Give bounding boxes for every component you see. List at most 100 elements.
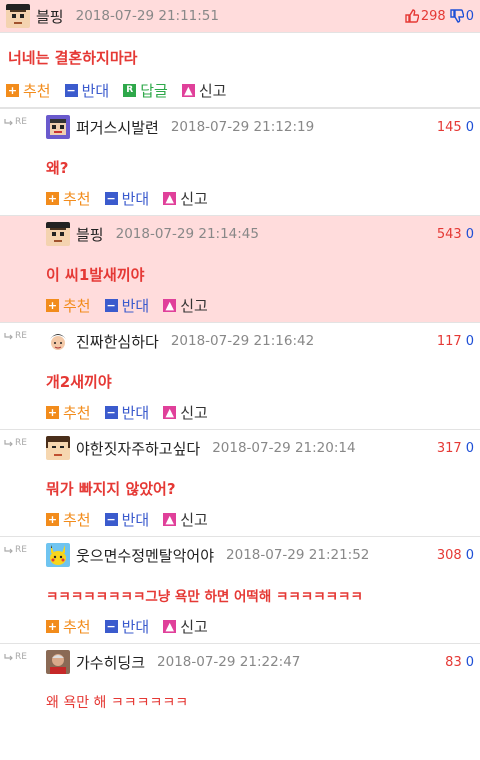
comment-text: 너네는 결혼하지마라: [8, 49, 138, 67]
siren-icon: ▲: [163, 191, 177, 205]
downvote-count: 0: [465, 8, 474, 24]
reply-comment: 블핑 2018-07-29 21:14:45 543 0 이 씨1발새끼야 + 추…: [0, 215, 480, 322]
pixel-graduate-avatar[interactable]: [46, 222, 70, 246]
cartoon-avatar[interactable]: [46, 329, 70, 353]
plus-icon: +: [46, 191, 59, 205]
reply-icon: R: [123, 83, 137, 97]
author-name[interactable]: 퍼거스시발련: [76, 117, 159, 138]
comment-date: 2018-07-29 21:12:19: [170, 119, 315, 135]
minus-icon: −: [104, 191, 118, 205]
upvote-count: 298: [420, 8, 446, 24]
comment-header: 야한짓자주하고싶다 2018-07-29 21:20:14 317 0: [0, 430, 480, 466]
minus-icon: −: [104, 619, 118, 633]
thumbs-up-icon[interactable]: [405, 9, 420, 23]
siren-icon: ▲: [181, 83, 195, 97]
comment-text: ㅋㅋㅋㅋㅋㅋㅋㅋ그냥 욕만 하면 어떡해 ㅋㅋㅋㅋㅋㅋㅋ: [46, 589, 363, 605]
upvote-count: 317: [436, 440, 462, 456]
comment-date: 2018-07-29 21:21:52: [226, 547, 370, 563]
reply-comment: RE 웃으면수정멘탈악어야 2018-07-29 21:21:52 308 0 …: [0, 536, 480, 643]
report-button[interactable]: ▲ 신고: [163, 295, 208, 316]
recommend-button[interactable]: + 추천: [46, 295, 91, 316]
comment-actions: + 추천 − 반대 ▲ 신고: [0, 609, 480, 643]
thumbs-down-icon[interactable]: [450, 9, 465, 23]
plus-icon: +: [46, 512, 59, 526]
comment-text: 왜?: [46, 159, 69, 177]
comment-header: 블핑 2018-07-29 21:11:51 298 0: [0, 0, 480, 32]
author-name[interactable]: 가수히딩크: [76, 652, 145, 673]
author-name[interactable]: 진짜한심하다: [76, 331, 159, 352]
recommend-button[interactable]: + 추천: [6, 80, 51, 101]
reply-comment: RE 퍼거스시발련 2018-07-29 21:12:19 145 0 왜? +…: [0, 108, 480, 215]
photo-avatar[interactable]: [46, 650, 70, 674]
reply-arrow-icon: RE: [4, 438, 27, 448]
reply-comment: RE 가수히딩크 2018-07-29 21:22:47 83 0 왜 욕만 해…: [0, 643, 480, 716]
pixel-pirate-avatar[interactable]: [46, 115, 70, 139]
author-name[interactable]: 블핑: [76, 224, 104, 245]
plus-icon: +: [46, 298, 59, 312]
pixel-graduate-avatar[interactable]: [6, 4, 30, 28]
minus-icon: −: [64, 83, 78, 97]
oppose-button[interactable]: − 반대: [104, 402, 149, 423]
comment-actions: + 추천 − 반대 ▲ 신고: [0, 288, 480, 322]
reply-button[interactable]: R 답글: [123, 80, 168, 101]
pikachu-avatar[interactable]: [46, 543, 70, 567]
vote-counts: 117 0: [437, 334, 474, 349]
report-button[interactable]: ▲ 신고: [163, 188, 208, 209]
comment-text: 이 씨1발새끼야: [46, 266, 145, 284]
siren-icon: ▲: [163, 512, 177, 526]
recommend-button[interactable]: + 추천: [46, 616, 91, 637]
report-button[interactable]: ▲ 신고: [163, 509, 208, 530]
comment-header: 진짜한심하다 2018-07-29 21:16:42 117 0: [0, 323, 480, 359]
report-button[interactable]: ▲ 신고: [163, 402, 208, 423]
upvote-count: 145: [436, 119, 462, 135]
recommend-button[interactable]: + 추천: [46, 188, 91, 209]
upvote-count: 83: [445, 654, 462, 670]
top-comment-body: 너네는 결혼하지마라 + 추천 − 반대 R 답글 ▲ 신고: [0, 33, 480, 108]
recommend-button[interactable]: + 추천: [46, 509, 91, 530]
siren-icon: ▲: [163, 298, 177, 312]
vote-counts: 145 0: [437, 120, 474, 135]
oppose-button[interactable]: − 반대: [104, 616, 149, 637]
plus-icon: +: [6, 83, 19, 97]
author-name[interactable]: 야한짓자주하고싶다: [76, 438, 200, 459]
comment-date: 2018-07-29 21:20:14: [212, 440, 356, 456]
downvote-count: 0: [465, 440, 474, 456]
pixel-face-avatar[interactable]: [46, 436, 70, 460]
downvote-count: 0: [465, 547, 474, 563]
oppose-button[interactable]: − 반대: [104, 188, 149, 209]
report-button[interactable]: ▲ 신고: [163, 616, 208, 637]
downvote-count: 0: [465, 226, 474, 242]
report-button[interactable]: ▲ 신고: [181, 80, 226, 101]
comment-text: 뭐가 빠지지 않았어?: [46, 480, 176, 498]
comment-date: 2018-07-29 21:16:42: [170, 333, 315, 349]
vote-counts: 543 0: [437, 227, 474, 242]
reply-comment: RE 야한짓자주하고싶다 2018-07-29 21:20:14 317 0 뭐…: [0, 429, 480, 536]
comment-date: 2018-07-29 21:22:47: [157, 654, 301, 670]
comment-text: 개2새끼야: [46, 373, 112, 391]
minus-icon: −: [104, 512, 118, 526]
minus-icon: −: [104, 298, 118, 312]
comment-actions: + 추천 − 반대 ▲ 신고: [0, 395, 480, 429]
oppose-button[interactable]: − 반대: [64, 80, 109, 101]
author-name[interactable]: 웃으면수정멘탈악어야: [76, 545, 214, 566]
recommend-button[interactable]: + 추천: [46, 402, 91, 423]
vote-counts: 83 0: [445, 655, 474, 670]
plus-icon: +: [46, 405, 59, 419]
upvote-count: 117: [436, 333, 462, 349]
upvote-count: 308: [436, 547, 462, 563]
author-name[interactable]: 블핑: [36, 6, 64, 27]
siren-icon: ▲: [163, 405, 177, 419]
minus-icon: −: [104, 405, 118, 419]
comment-header: 블핑 2018-07-29 21:14:45 543 0: [0, 216, 480, 252]
oppose-button[interactable]: − 반대: [104, 295, 149, 316]
comment-actions: + 추천 − 반대 ▲ 신고: [0, 181, 480, 215]
reply-arrow-icon: RE: [4, 117, 27, 127]
downvote-count: 0: [465, 654, 474, 670]
downvote-count: 0: [465, 119, 474, 135]
upvote-count: 543: [436, 226, 462, 242]
siren-icon: ▲: [163, 619, 177, 633]
reply-arrow-icon: RE: [4, 331, 27, 341]
comment-actions: + 추천 − 반대 ▲ 신고: [0, 502, 480, 536]
reply-arrow-icon: RE: [4, 652, 27, 662]
oppose-button[interactable]: − 반대: [104, 509, 149, 530]
